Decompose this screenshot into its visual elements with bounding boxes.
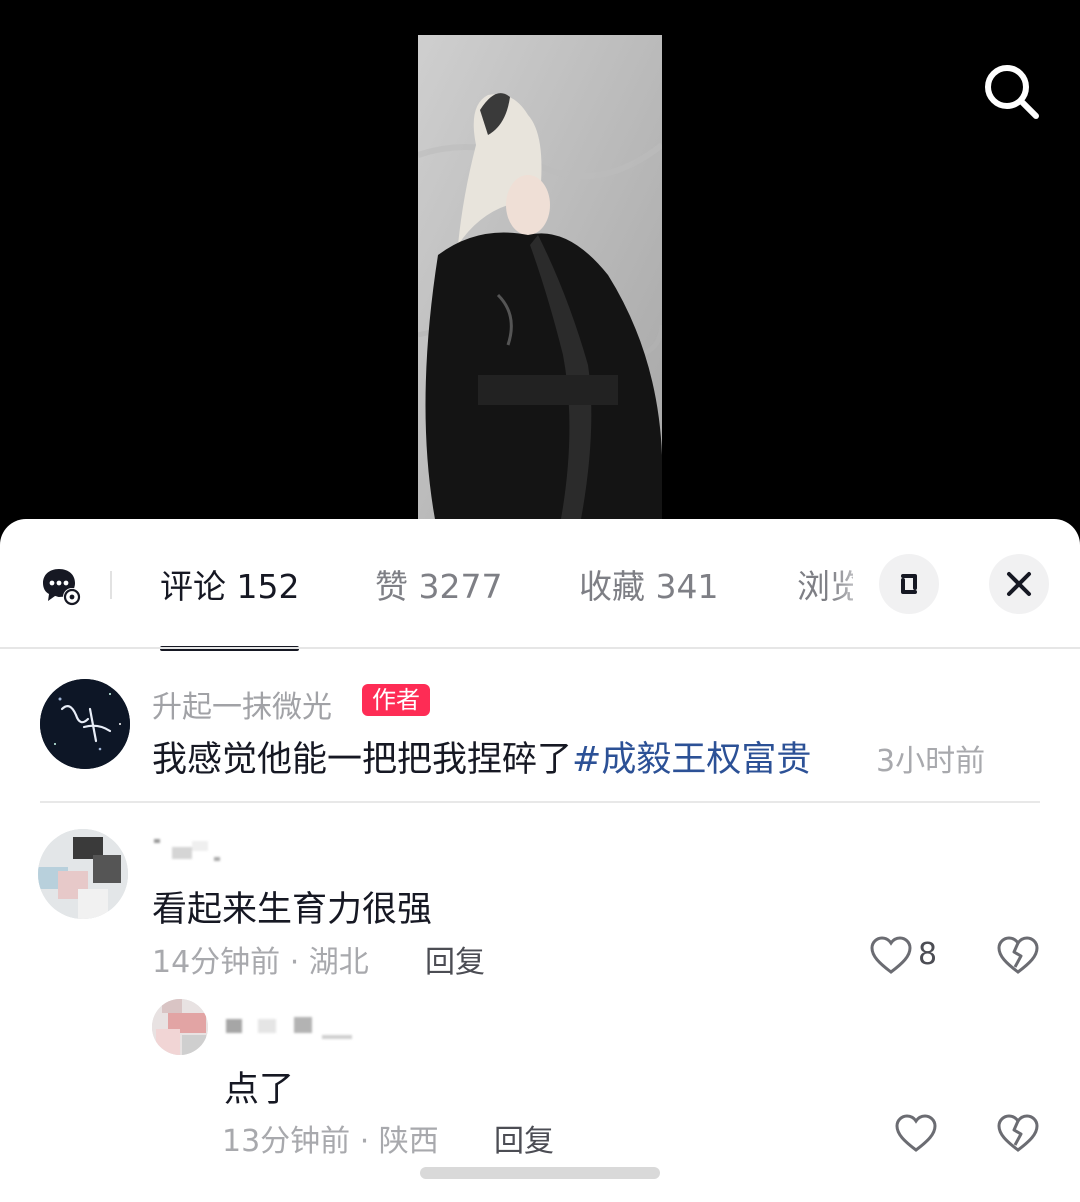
like-count: 8 — [918, 937, 938, 972]
reply-button[interactable]: 回复 — [494, 1116, 554, 1160]
comment-text-body: 我感觉他能一把把我捏碎了 — [152, 740, 573, 780]
comment-settings-icon[interactable] — [40, 565, 84, 609]
avatar[interactable] — [40, 679, 130, 769]
tab-bar: 评论 152 赞 3277 收藏 341 浏览 — [0, 519, 1080, 651]
close-icon — [1007, 572, 1031, 596]
like-button[interactable] — [869, 934, 913, 978]
author-badge: 作者 — [362, 684, 430, 716]
comment-author-redacted[interactable] — [152, 837, 222, 863]
dislike-button[interactable] — [996, 934, 1040, 978]
search-icon — [985, 65, 1039, 119]
comment-meta: 14分钟前 · 湖北 — [152, 945, 369, 980]
expand-icon — [901, 574, 917, 594]
expand-button[interactable] — [879, 554, 939, 614]
home-indicator — [420, 1167, 660, 1179]
like-button[interactable] — [894, 1112, 938, 1156]
video-figure-image — [418, 35, 662, 535]
tab-bar-divider — [0, 647, 1080, 649]
broken-heart-icon — [997, 936, 1039, 974]
broken-heart-icon — [997, 1114, 1039, 1152]
tab-comments[interactable]: 评论 152 — [160, 565, 299, 609]
search-button[interactable] — [980, 60, 1044, 124]
redacted-name-icon — [154, 839, 220, 861]
tab-divider — [110, 571, 112, 599]
hashtag-link[interactable]: #成毅王权富贵 — [572, 740, 811, 780]
tab-favorites[interactable]: 收藏 341 — [579, 565, 718, 609]
author-avatar-image — [40, 679, 130, 769]
video-player[interactable] — [0, 0, 1080, 560]
dislike-button[interactable] — [996, 1112, 1040, 1156]
redacted-name-icon — [226, 1017, 352, 1039]
comment-separator — [40, 801, 1040, 803]
heart-icon — [870, 936, 912, 974]
comment-author[interactable]: 升起一抹微光 — [152, 682, 332, 726]
comment-text: 我感觉他能一把把我捏碎了#成毅王权富贵 — [152, 731, 811, 782]
close-button[interactable] — [989, 554, 1049, 614]
avatar[interactable] — [38, 829, 128, 919]
comment-time: 3小时前 — [876, 744, 986, 779]
avatar[interactable] — [152, 999, 208, 1055]
comment-author-redacted[interactable] — [224, 1015, 354, 1043]
video-thumbnail[interactable] — [418, 35, 662, 535]
tab-fade — [830, 549, 880, 629]
comment-meta: 13分钟前 · 陕西 — [222, 1124, 439, 1159]
heart-icon — [895, 1114, 937, 1152]
comment-text: 看起来生育力很强 — [152, 890, 433, 930]
comment-sheet: 评论 152 赞 3277 收藏 341 浏览 — [0, 519, 1080, 1202]
tab-likes[interactable]: 赞 3277 — [375, 565, 502, 609]
user-avatar-image — [38, 829, 128, 919]
reply-button[interactable]: 回复 — [425, 937, 485, 981]
user-avatar-image — [152, 999, 208, 1055]
comment-text: 点了 — [224, 1070, 295, 1110]
